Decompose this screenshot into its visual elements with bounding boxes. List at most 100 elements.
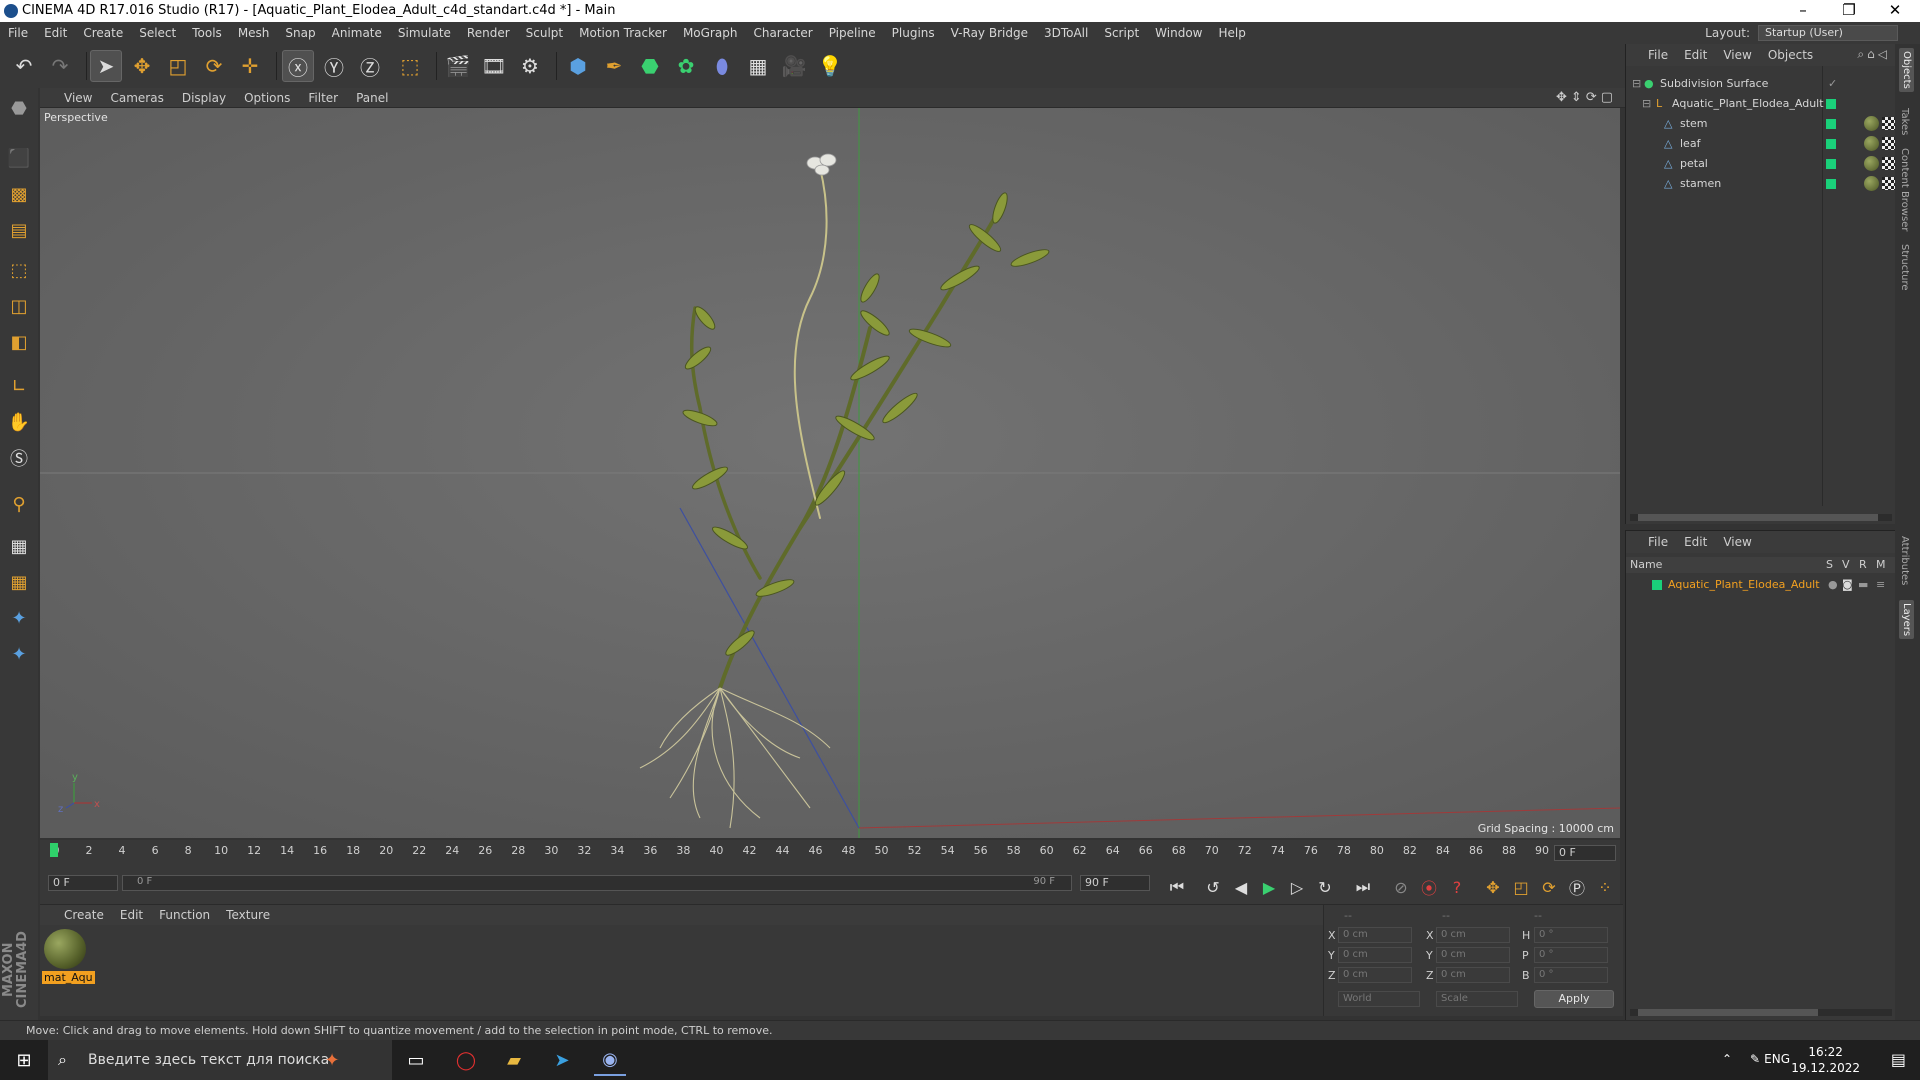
timeline-ruler[interactable]: 0246810121416182022242628303234363840424… bbox=[40, 840, 1620, 870]
size-mode-select[interactable]: Scale bbox=[1436, 991, 1518, 1007]
key-parameter-icon[interactable]: Ⓟ bbox=[1564, 874, 1590, 900]
locked-workplane-icon[interactable]: ▦ bbox=[3, 530, 35, 562]
cube-object-icon[interactable]: ⬢ bbox=[562, 50, 594, 82]
y-axis-icon[interactable]: Ⓨ bbox=[318, 50, 350, 82]
tab-content-browser[interactable]: Content Browser bbox=[1899, 148, 1910, 231]
object-horizontal-scrollbar[interactable] bbox=[1630, 514, 1892, 521]
texture-tag-icon[interactable] bbox=[1882, 117, 1895, 130]
cloner-icon[interactable]: ✿ bbox=[670, 50, 702, 82]
menu-edit[interactable]: Edit bbox=[36, 22, 75, 40]
next-key-icon[interactable]: ↻ bbox=[1312, 874, 1338, 900]
layer-color-swatch[interactable] bbox=[1826, 179, 1836, 189]
material-tag-icon[interactable] bbox=[1864, 176, 1879, 191]
material-tag-icon[interactable] bbox=[1864, 116, 1879, 131]
current-frame-field[interactable]: 0 F bbox=[1554, 845, 1616, 861]
workplane-icon[interactable]: ▤ bbox=[3, 214, 35, 246]
spline-pen-icon[interactable]: ✒ bbox=[598, 50, 630, 82]
tab-layers[interactable]: Layers bbox=[1899, 600, 1914, 640]
material-preview-swatch[interactable] bbox=[44, 929, 86, 969]
snapping-icon[interactable]: Ⓢ bbox=[3, 442, 35, 474]
move-tool-icon[interactable]: ✥ bbox=[126, 50, 158, 82]
menu-pipeline[interactable]: Pipeline bbox=[821, 22, 884, 40]
viewport-menu-cameras[interactable]: Cameras bbox=[101, 88, 172, 105]
menu-mograph[interactable]: MoGraph bbox=[675, 22, 746, 40]
layer-solo-icon[interactable]: ● bbox=[1828, 575, 1838, 595]
layer-row[interactable]: Aquatic_Plant_Elodea_Adult ● ◙ ▬ ≡ bbox=[1626, 575, 1896, 595]
viewport-menu-display[interactable]: Display bbox=[173, 88, 235, 105]
texture-tag-icon[interactable] bbox=[1882, 177, 1895, 190]
live-select-icon[interactable]: ✛ bbox=[234, 50, 266, 82]
layout-select[interactable]: Startup (User) bbox=[1758, 25, 1898, 41]
render-view-icon[interactable]: 🎬 bbox=[442, 50, 474, 82]
layer-color-swatch[interactable] bbox=[1826, 159, 1836, 169]
layer-render-icon[interactable]: ▬ bbox=[1858, 575, 1868, 595]
object-row-petal[interactable]: △ petal bbox=[1626, 154, 1896, 174]
taskbar-clock[interactable]: 16:22 19.12.2022 bbox=[1791, 1044, 1860, 1076]
next-frame-icon[interactable]: ▷ bbox=[1284, 874, 1310, 900]
material-menu-create[interactable]: Create bbox=[40, 905, 112, 922]
select-cursor-icon[interactable]: ➤ bbox=[90, 50, 122, 82]
key-position-icon[interactable]: ✥ bbox=[1480, 874, 1506, 900]
texture-mode-icon[interactable]: ▩ bbox=[3, 178, 35, 210]
previous-key-icon[interactable]: ↺ bbox=[1200, 874, 1226, 900]
object-menu-view[interactable]: View bbox=[1715, 44, 1759, 62]
play-icon[interactable]: ▶ bbox=[1256, 874, 1282, 900]
layer-menu-file[interactable]: File bbox=[1626, 531, 1676, 549]
visibility-toggle-icon[interactable]: ✓ bbox=[1828, 74, 1837, 94]
rotation-b-field[interactable]: 0 ° bbox=[1534, 967, 1608, 983]
notifications-icon[interactable]: ▤ bbox=[1891, 1050, 1906, 1069]
axis-mode-icon[interactable]: ∟ bbox=[3, 370, 35, 402]
object-row-subdivision-surface[interactable]: ⊟ ● Subdivision Surface ✓ bbox=[1626, 74, 1896, 94]
cinema4d-taskbar-icon[interactable]: ◉ bbox=[594, 1044, 626, 1076]
position-z-field[interactable]: 0 cm bbox=[1338, 967, 1412, 983]
position-x-field[interactable]: 0 cm bbox=[1338, 927, 1412, 943]
menu-animate[interactable]: Animate bbox=[324, 22, 390, 40]
windows-start-icon[interactable]: ⊞ bbox=[8, 1044, 40, 1076]
undo-icon[interactable]: ↶ bbox=[8, 50, 40, 82]
tab-structure[interactable]: Structure bbox=[1899, 244, 1910, 291]
position-y-field[interactable]: 0 cm bbox=[1338, 947, 1412, 963]
render-settings-icon[interactable]: ⚙ bbox=[514, 50, 546, 82]
planar-workplane-icon[interactable]: ▦ bbox=[3, 566, 35, 598]
keyframe-selection-icon[interactable]: ? bbox=[1444, 874, 1470, 900]
points-mode-icon[interactable]: ⬚ bbox=[3, 254, 35, 286]
layer-horizontal-scrollbar[interactable] bbox=[1630, 1009, 1892, 1016]
polygons-mode-icon[interactable]: ◧ bbox=[3, 326, 35, 358]
object-menu-objects[interactable]: Objects bbox=[1760, 44, 1821, 62]
floor-icon[interactable]: ▦ bbox=[742, 50, 774, 82]
make-editable-icon[interactable]: ⬣ bbox=[3, 92, 35, 124]
viewport-menu-panel[interactable]: Panel bbox=[347, 88, 397, 105]
start-frame-field[interactable]: 0 F bbox=[48, 875, 118, 891]
scale-tool-icon[interactable]: ◰ bbox=[162, 50, 194, 82]
playhead-marker[interactable] bbox=[50, 843, 58, 857]
x-axis-icon[interactable]: ⓧ bbox=[282, 50, 314, 82]
size-y-field[interactable]: 0 cm bbox=[1436, 947, 1510, 963]
key-pla-icon[interactable]: ⁘ bbox=[1592, 874, 1618, 900]
telegram-icon[interactable]: ➤ bbox=[546, 1044, 578, 1076]
menu-snap[interactable]: Snap bbox=[277, 22, 323, 40]
object-row-leaf[interactable]: △ leaf bbox=[1626, 134, 1896, 154]
pen-tray-icon[interactable]: ✎ bbox=[1750, 1052, 1760, 1066]
menu-plugins[interactable]: Plugins bbox=[884, 22, 943, 40]
viewport-menu-options[interactable]: Options bbox=[235, 88, 299, 105]
material-menu-texture[interactable]: Texture bbox=[218, 905, 278, 922]
viewport-3d[interactable]: y x z Perspective Grid Spacing : 10000 c… bbox=[40, 108, 1620, 838]
model-mode-icon[interactable]: ⬛ bbox=[3, 142, 35, 174]
coordinate-system-icon[interactable]: ⬚ bbox=[394, 50, 426, 82]
object-search-icon[interactable]: ⌕⌂◁ bbox=[1857, 47, 1890, 62]
material-tag-icon[interactable] bbox=[1864, 156, 1879, 171]
material-menu-edit[interactable]: Edit bbox=[112, 905, 151, 922]
python-script-icon[interactable]: ✦ bbox=[3, 638, 35, 670]
opera-browser-icon[interactable]: ◯ bbox=[450, 1044, 482, 1076]
menu-help[interactable]: Help bbox=[1210, 22, 1253, 40]
rotation-h-field[interactable]: 0 ° bbox=[1534, 927, 1608, 943]
object-row-aquatic-plant[interactable]: ⊟ L Aquatic_Plant_Elodea_Adult bbox=[1626, 94, 1896, 114]
language-indicator[interactable]: ENG bbox=[1764, 1052, 1790, 1066]
texture-tag-icon[interactable] bbox=[1882, 137, 1895, 150]
edges-mode-icon[interactable]: ◫ bbox=[3, 290, 35, 322]
autokey-icon[interactable]: ⦿ bbox=[1416, 874, 1442, 900]
minimize-icon[interactable]: – bbox=[1780, 0, 1826, 22]
tab-attributes[interactable]: Attributes bbox=[1899, 536, 1910, 585]
viewport-nav-icons[interactable]: ✥⇕⟳▢ bbox=[1556, 90, 1617, 105]
menu-motion-tracker[interactable]: Motion Tracker bbox=[571, 22, 675, 40]
